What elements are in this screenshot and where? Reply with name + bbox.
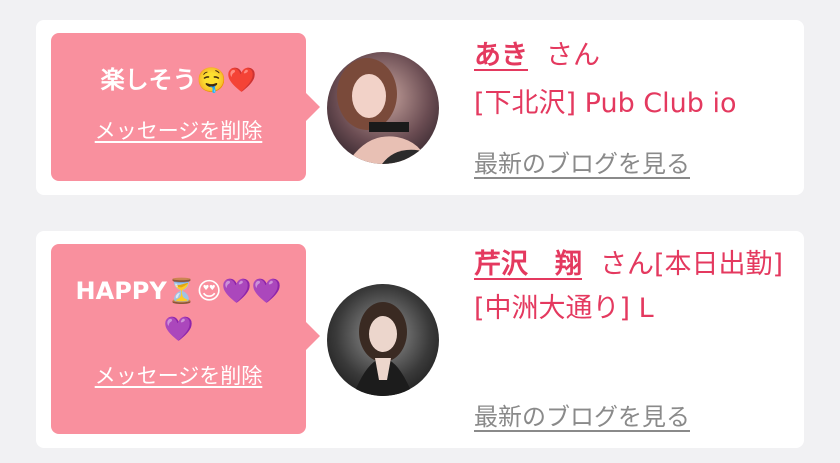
message-text: HAPPY⏳😍💜💜💜 [75,277,282,343]
latest-blog-link[interactable]: 最新のブログを見る [474,144,690,179]
cast-name-link[interactable]: 芹沢 翔 [474,249,582,280]
message-card: HAPPY⏳😍💜💜💜 メッセージを削除 芹沢 翔さん[本日出勤] [中洲大通り]… [36,231,804,448]
message-card: 楽しそう🤤❤️ メッセージを削除 あき さん [下北沢] Pub Club io … [36,20,804,195]
delete-message-link[interactable]: メッセージを削除 [95,115,263,145]
avatar[interactable] [327,284,439,396]
name-suffix: さん [546,40,600,71]
shop-name: [中洲大通り] L [474,293,654,324]
cast-info: 芹沢 翔さん[本日出勤] [中洲大通り] L [474,243,794,331]
message-text: 楽しそう🤤❤️ [100,66,257,94]
shop-name: [下北沢] Pub Club io [474,88,737,119]
cast-name-link[interactable]: あき [474,40,528,71]
message-bubble: 楽しそう🤤❤️ メッセージを削除 [51,33,320,181]
name-suffix: さん[本日出勤] [600,249,784,280]
cast-info: あき さん [下北沢] Pub Club io [474,32,794,128]
avatar[interactable] [327,52,439,164]
latest-blog-link[interactable]: 最新のブログを見る [474,397,690,432]
message-bubble: HAPPY⏳😍💜💜💜 メッセージを削除 [51,244,320,434]
delete-message-link[interactable]: メッセージを削除 [95,360,263,390]
